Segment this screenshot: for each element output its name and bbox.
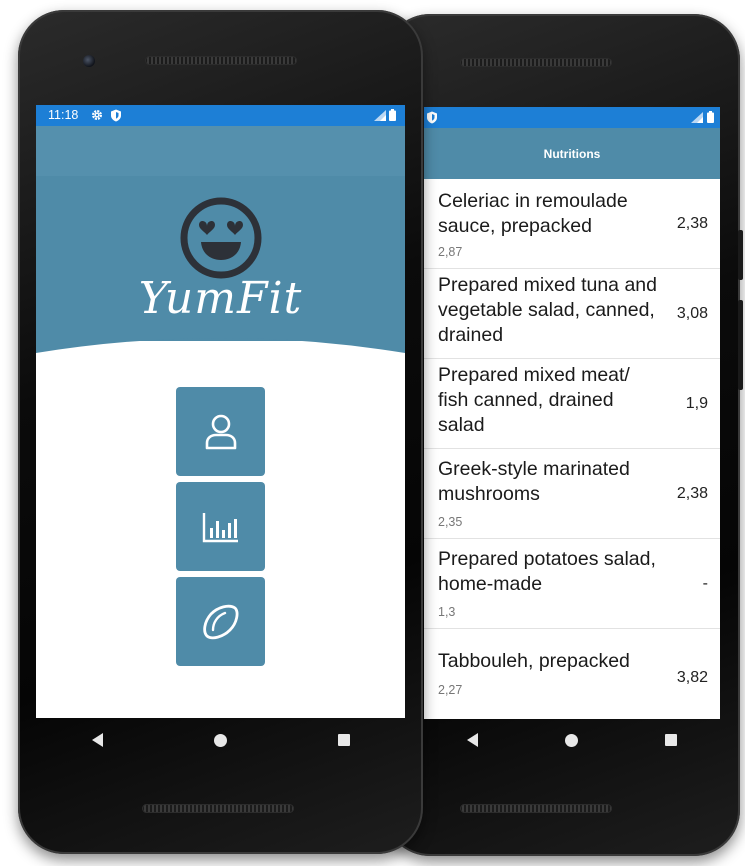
- left-nav-bar: [36, 722, 405, 758]
- home-nav-icon[interactable]: [564, 733, 578, 747]
- list-item[interactable]: Celeriac in remoulade sauce, prepacked 2…: [424, 179, 720, 269]
- food-value: 1,9: [685, 394, 708, 412]
- food-value: 2,38: [676, 484, 708, 502]
- food-value: 2,38: [676, 214, 708, 232]
- battery-icon: [389, 109, 396, 121]
- bar-chart-icon: [202, 512, 238, 542]
- nutrition-list[interactable]: Celeriac in remoulade sauce, prepacked 2…: [424, 179, 720, 718]
- food-value: 3,08: [676, 304, 708, 322]
- front-camera: [83, 55, 95, 67]
- top-app-bar: [36, 126, 405, 176]
- food-subvalue: 2,35: [438, 515, 463, 529]
- right-nav-bar: [424, 722, 720, 758]
- food-name: Prepared potatoes salad, home-made: [438, 548, 656, 595]
- food-subvalue: 2,27: [438, 683, 463, 697]
- hero-curve: [36, 331, 405, 353]
- list-item[interactable]: Tabbouleh, prepacked 2,27 3,82: [424, 629, 720, 718]
- app-logo-text: YumFit: [138, 273, 303, 324]
- status-bar: 11:18: [36, 105, 405, 126]
- list-item[interactable]: Prepared potatoes salad, home-made 1,3 -: [424, 539, 720, 629]
- statistics-button[interactable]: [176, 482, 265, 571]
- bottom-speaker: [460, 804, 612, 813]
- home-nav-icon[interactable]: [213, 733, 227, 747]
- food-value: 3,82: [676, 668, 708, 686]
- food-subvalue: 2,87: [438, 245, 463, 259]
- signal-icon: [374, 110, 386, 121]
- earpiece-speaker: [460, 58, 612, 67]
- right-phone-screen: Nutritions Celeriac in remoulade sauce, …: [424, 107, 720, 719]
- back-nav-icon[interactable]: [467, 733, 479, 747]
- list-item[interactable]: Greek-style marinated mushrooms 2,35 2,3…: [424, 449, 720, 539]
- signal-icon: [691, 112, 703, 123]
- shield-icon: [427, 111, 437, 124]
- recents-nav-icon[interactable]: [337, 734, 350, 746]
- nutrition-button[interactable]: [176, 577, 265, 666]
- food-name: Greek-style marinated mushrooms: [438, 458, 630, 505]
- profile-icon: [205, 414, 236, 449]
- earpiece-speaker: [145, 56, 297, 65]
- food-name: Tabbouleh, prepacked: [438, 650, 630, 672]
- shield-icon: [111, 109, 121, 122]
- volume-button: [738, 300, 743, 390]
- recents-nav-icon[interactable]: [664, 734, 677, 746]
- app-bar: Nutritions: [424, 128, 720, 179]
- lemon-icon: [202, 604, 238, 639]
- status-bar: [424, 107, 720, 128]
- bottom-speaker: [142, 804, 294, 813]
- food-value: -: [702, 574, 708, 592]
- food-subvalue: 1,3: [438, 605, 456, 619]
- back-nav-icon[interactable]: [91, 733, 103, 747]
- list-item[interactable]: Prepared mixed tuna and vegetable salad,…: [424, 269, 720, 359]
- gear-icon: [92, 110, 102, 120]
- heart-eyes-face-icon: [180, 197, 262, 279]
- food-name: Prepared mixed meat/ fish canned, draine…: [438, 364, 630, 436]
- list-item[interactable]: Prepared mixed meat/ fish canned, draine…: [424, 359, 720, 449]
- battery-icon: [707, 111, 714, 123]
- profile-button[interactable]: [176, 387, 265, 476]
- app-bar-title: Nutritions: [543, 146, 601, 161]
- status-time: 11:18: [48, 108, 79, 122]
- left-phone-screen: 11:18 YumFit: [36, 105, 405, 718]
- power-button: [738, 230, 743, 280]
- food-name: Prepared mixed tuna and vegetable salad,…: [438, 274, 657, 346]
- food-name: Celeriac in remoulade sauce, prepacked: [438, 190, 628, 237]
